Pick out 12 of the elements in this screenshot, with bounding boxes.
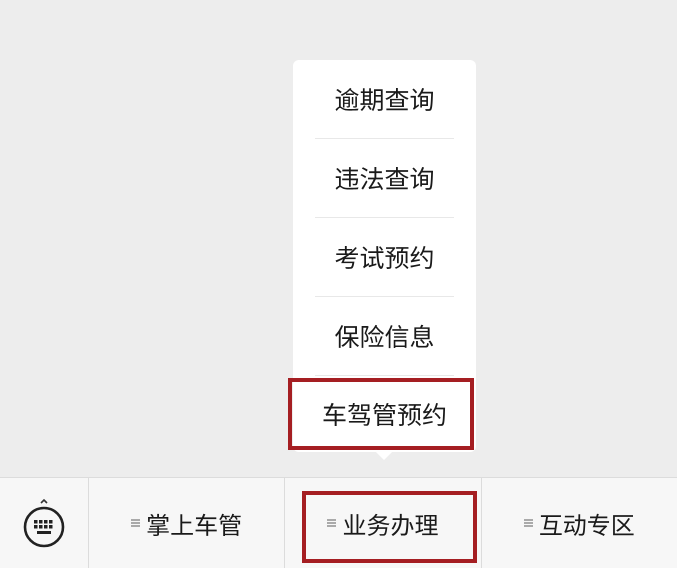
menu-tab[interactable]: 掌上车管 (127, 500, 246, 546)
menu-tab[interactable]: 业务办理 (323, 500, 442, 546)
menu-icon (524, 518, 533, 528)
menu-item[interactable]: 保险信息 (334, 318, 434, 354)
menu-item[interactable]: 违法查询 (334, 160, 434, 196)
menu-tab[interactable]: 互动专区 (520, 500, 639, 546)
keyboard-icon[interactable] (22, 498, 66, 548)
menu-item[interactable]: 逾期查询 (334, 81, 434, 117)
menu-icon (327, 518, 336, 528)
menu-icon (131, 518, 140, 528)
menu-item[interactable]: 考试预约 (334, 239, 434, 275)
menu-item[interactable]: 车驾管预约 (322, 396, 447, 432)
